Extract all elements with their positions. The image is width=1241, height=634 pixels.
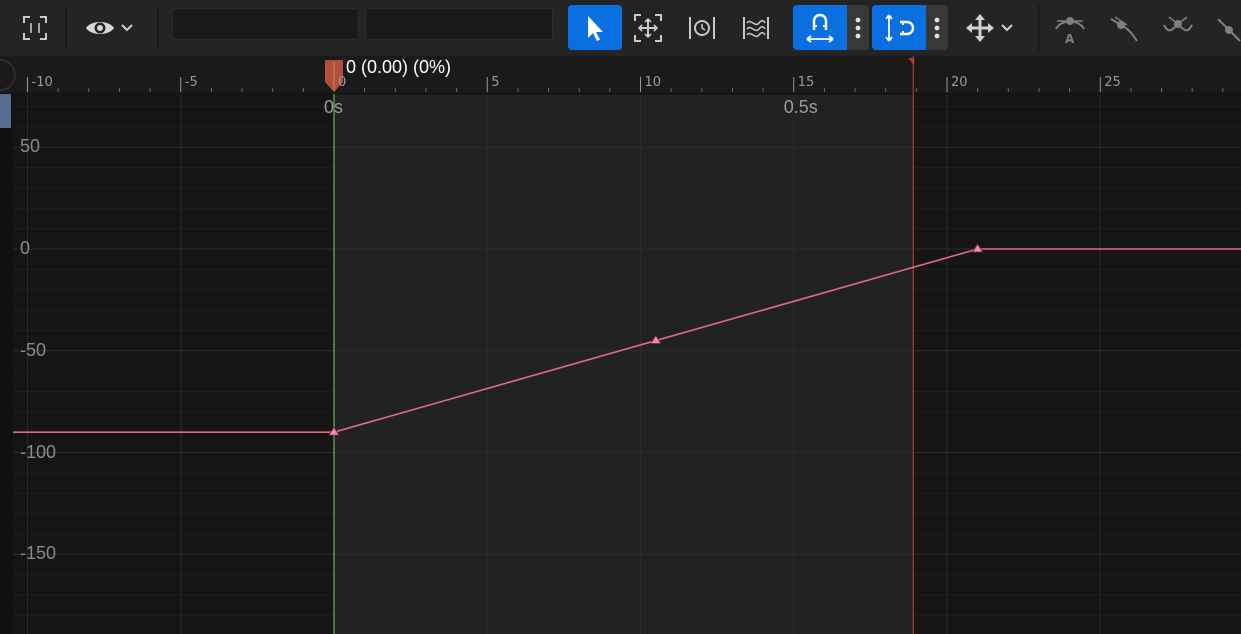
value-axis-label: -150 [20, 543, 57, 564]
ruler-frame-label: -10 [31, 75, 53, 90]
frame-selection-button[interactable] [14, 5, 56, 50]
curve-channel-indicator [0, 94, 11, 128]
snap-value-toggle[interactable] [872, 5, 926, 50]
frame-selection-icon [21, 14, 49, 42]
cursor-arrow-icon [584, 14, 606, 42]
active-range-shading [334, 94, 914, 634]
snap-value-options-button[interactable] [926, 5, 948, 50]
svg-text:A: A [1065, 32, 1075, 45]
linear-tangent-icon [1212, 11, 1241, 45]
linear-tangent-button[interactable] [1212, 5, 1241, 50]
ruler-frame-label: -5 [184, 75, 198, 90]
view-options-dropdown[interactable] [78, 5, 140, 50]
snap-horizontal-magnet-icon [804, 12, 836, 44]
toolbar-separator [65, 6, 67, 50]
more-options-icon [934, 17, 940, 39]
ruler-frame-label: 10 [644, 75, 662, 90]
select-tool-button[interactable] [568, 5, 622, 50]
retime-tool-button[interactable] [681, 5, 723, 50]
value-axis-label: -100 [20, 441, 57, 462]
left-rail [0, 94, 13, 634]
value-axis-label: 0 [20, 238, 31, 258]
ruler-time-label: 0.5s [783, 97, 818, 117]
eye-icon [84, 17, 116, 39]
curve-editor-toolbar: A [0, 0, 1241, 56]
chevron-down-icon [1000, 23, 1014, 33]
frame-input-field[interactable] [172, 8, 359, 40]
ruler-frame-label: 5 [491, 75, 500, 90]
value-input-field[interactable] [365, 8, 553, 40]
break-tangent-icon [1161, 11, 1195, 45]
chevron-down-icon [120, 23, 134, 33]
toolbar-separator [157, 6, 159, 50]
curve-canvas[interactable] [0, 56, 1241, 634]
user-tangent-icon [1107, 11, 1141, 45]
auto-tangent-icon: A [1053, 11, 1087, 45]
value-axis-label: 50 [20, 136, 41, 157]
more-options-icon [855, 17, 861, 39]
auto-tangent-button[interactable]: A [1050, 5, 1090, 50]
axis-mode-dropdown[interactable] [958, 5, 1020, 50]
snap-vertical-magnet-icon [883, 12, 915, 44]
toolbar-separator [1038, 6, 1040, 50]
playhead-readout: 0 (0.00) (0%) [346, 57, 452, 77]
user-tangent-button[interactable] [1104, 5, 1144, 50]
transform-tool-button[interactable] [627, 5, 669, 50]
ruler-time-label: 0s [324, 97, 344, 117]
ruler-frame-label: 15 [797, 75, 815, 90]
transform-box-icon [633, 13, 663, 43]
retime-clock-icon [687, 14, 717, 42]
stacked-curves-icon [741, 14, 771, 42]
value-axis-label: -50 [20, 339, 47, 360]
ruler-frame-label: 25 [1104, 75, 1121, 90]
break-tangent-button[interactable] [1158, 5, 1198, 50]
snap-time-options-button[interactable] [847, 5, 869, 50]
snap-time-toggle[interactable] [793, 5, 847, 50]
multi-curve-tool-button[interactable] [735, 5, 777, 50]
ruler-frame-label: 20 [951, 75, 968, 90]
curve-graph-area[interactable]: -10 -5 0 5 10 15 20 25 0s 0.5s 50 0 -50 -100 -150 0 … [0, 56, 1241, 634]
move-arrows-icon [964, 12, 996, 44]
